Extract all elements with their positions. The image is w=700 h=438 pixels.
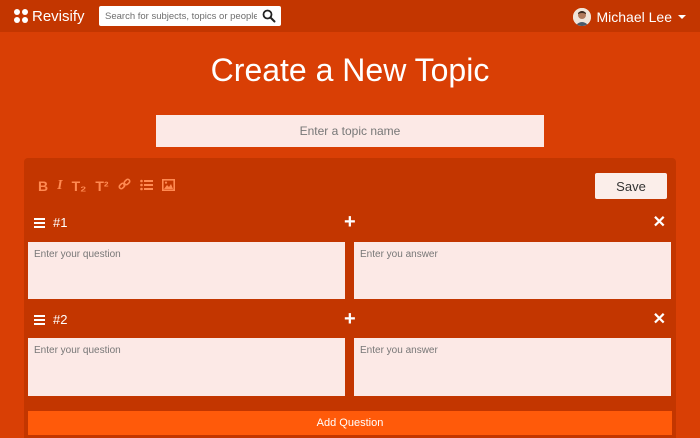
- close-icon[interactable]: ✕: [653, 212, 666, 232]
- question-header: #2 + ✕: [34, 308, 666, 331]
- list-icon[interactable]: [139, 178, 153, 194]
- question-number: #2: [53, 312, 68, 327]
- subscript-icon[interactable]: T₂: [72, 178, 87, 194]
- user-name: Michael Lee: [596, 9, 673, 25]
- brand-logo[interactable]: Revisify: [14, 6, 85, 26]
- drag-handle-icon[interactable]: [34, 315, 45, 325]
- question-editor-panel: B I T₂ T² Save #1 + ✕ #2 + ✕ Add Questio…: [24, 158, 676, 438]
- add-icon[interactable]: +: [344, 211, 356, 234]
- brand-dots-icon: [14, 9, 28, 23]
- answer-field[interactable]: [354, 338, 671, 396]
- brand-name: Revisify: [32, 7, 85, 25]
- bold-icon[interactable]: B: [38, 178, 48, 194]
- question-header: #1 + ✕: [34, 211, 666, 234]
- close-icon[interactable]: ✕: [653, 309, 666, 329]
- topic-name-input[interactable]: [156, 115, 544, 147]
- add-question-button[interactable]: Add Question: [28, 411, 672, 435]
- chevron-down-icon: [678, 15, 686, 19]
- question-field[interactable]: [28, 242, 345, 299]
- italic-icon[interactable]: I: [57, 178, 62, 194]
- question-number: #1: [53, 215, 68, 230]
- formatting-toolbar: B I T₂ T²: [38, 178, 184, 194]
- superscript-icon[interactable]: T²: [95, 178, 108, 194]
- question-field[interactable]: [28, 338, 345, 396]
- top-navigation-bar: Revisify Michael Lee: [0, 0, 700, 32]
- search-icon[interactable]: [262, 9, 276, 23]
- search-input[interactable]: [105, 9, 257, 23]
- user-menu[interactable]: Michael Lee: [572, 6, 686, 28]
- drag-handle-icon[interactable]: [34, 218, 45, 228]
- search-box: [99, 6, 281, 26]
- answer-field[interactable]: [354, 242, 671, 299]
- image-icon[interactable]: [161, 178, 175, 194]
- link-icon[interactable]: [118, 178, 131, 194]
- save-button[interactable]: Save: [595, 173, 667, 199]
- page-title: Create a New Topic: [210, 52, 490, 88]
- add-icon[interactable]: +: [344, 308, 356, 331]
- avatar: [572, 8, 591, 26]
